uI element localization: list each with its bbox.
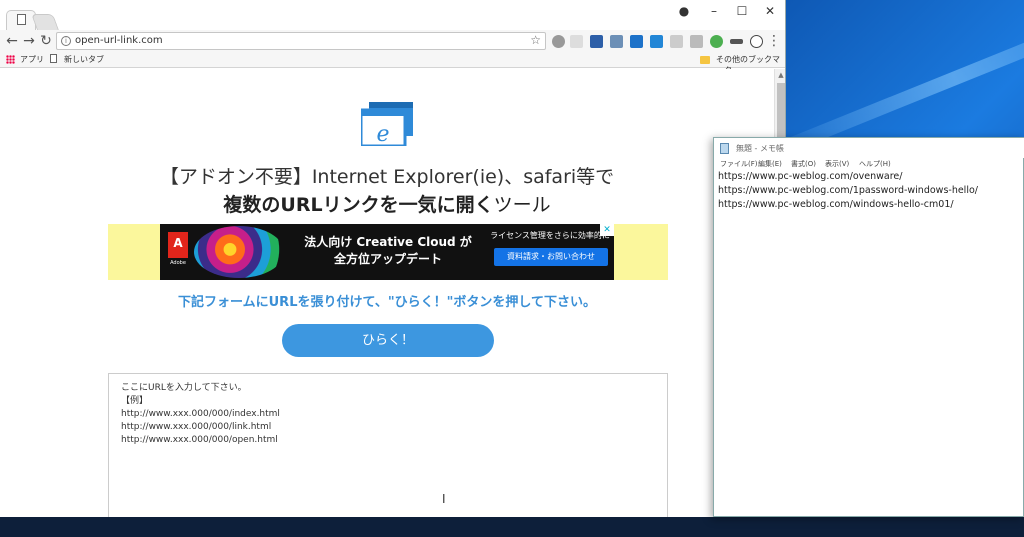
title-bold-b: URLリンクを一気に開く — [280, 194, 494, 216]
ad-subtext: ライセンス管理をさらに効率的に — [490, 231, 610, 240]
ad-headline: 法人向け Creative Cloud が 全方位アップデート — [290, 234, 486, 268]
tab-strip: ● – ☐ ✕ — [0, 0, 785, 30]
notepad-icon — [720, 143, 729, 154]
notepad-menubar: ファイル(F) 編集(E) 書式(O) 表示(V) ヘルプ(H) — [714, 158, 1024, 170]
bookmark-new-tab[interactable]: 新しいタブ — [64, 54, 104, 65]
ad-headline-1: 法人向け Creative Cloud が — [304, 235, 472, 249]
ad-creative[interactable]: A Adobe 法人向け Creative Cloud が 全方位アップデート … — [160, 224, 614, 280]
extension-icon-8[interactable] — [710, 35, 723, 48]
extension-icon-7[interactable] — [690, 35, 703, 48]
browser-toolbar: ← → ↻ i open-url-link.com ☆ ⋮ — [0, 30, 785, 52]
instruction-text: 下記フォームにURLを張り付けて、"ひらく！"ボタンを押して下さい。 — [178, 295, 596, 310]
adobe-logo-icon: A — [168, 232, 188, 258]
bookmarks-bar: アプリ 新しいタブ その他のブックマーク — [0, 52, 785, 75]
title-bold-a: 複数の — [223, 194, 281, 216]
taskbar — [0, 517, 1024, 537]
ad-cta-button[interactable]: 資料請求・お問い合わせ — [494, 248, 608, 266]
textarea-line: ここにURLを入力して下さい。 — [121, 383, 247, 393]
folder-icon — [700, 56, 710, 64]
notepad-window: 無題 - メモ帳 ファイル(F) 編集(E) 書式(O) 表示(V) ヘルプ(H… — [713, 137, 1024, 517]
adobe-logo-text: Adobe — [170, 260, 186, 266]
download-icon[interactable] — [650, 35, 663, 48]
menu-help[interactable]: ヘルプ(H) — [859, 159, 891, 169]
url-text[interactable]: open-url-link.com — [75, 35, 163, 46]
title-rest: ツール — [493, 194, 551, 216]
extension-icon-9[interactable] — [730, 39, 743, 44]
menu-icon[interactable]: ⋮ — [766, 33, 782, 49]
extension-icon-4[interactable] — [610, 35, 623, 48]
open-button[interactable]: ひらく！ — [282, 324, 494, 357]
close-button[interactable]: ✕ — [756, 2, 784, 20]
bookmark-star-icon[interactable]: ☆ — [530, 33, 541, 47]
extension-icon-6[interactable] — [670, 35, 683, 48]
menu-format[interactable]: 書式(O) — [791, 159, 816, 169]
ad-close-icon[interactable]: ✕ — [600, 224, 614, 236]
creative-cloud-artwork — [194, 226, 284, 278]
ie-window-logo-icon: e — [361, 102, 413, 146]
notepad-text-area[interactable]: https://www.pc-weblog.com/ovenware/ http… — [714, 170, 1024, 518]
extension-icon-2[interactable] — [570, 35, 583, 48]
minimize-button[interactable]: – — [700, 2, 728, 20]
back-icon[interactable]: ← — [4, 33, 20, 49]
extension-icon-5[interactable] — [630, 35, 643, 48]
address-bar[interactable]: i open-url-link.com ☆ — [56, 32, 546, 50]
scroll-up-icon[interactable]: ▲ — [775, 69, 785, 81]
svg-text:e: e — [376, 122, 389, 146]
profile-icon[interactable]: ● — [670, 2, 698, 20]
tab-active[interactable] — [6, 10, 36, 30]
textarea-line: http://www.xxx.000/000/link.html — [121, 422, 272, 432]
document-icon — [17, 14, 26, 25]
advertisement-banner[interactable]: A Adobe 法人向け Creative Cloud が 全方位アップデート … — [108, 224, 668, 280]
apps-icon[interactable] — [6, 55, 15, 64]
notepad-title: 無題 - メモ帳 — [736, 144, 784, 153]
notepad-line: https://www.pc-weblog.com/windows-hello-… — [718, 199, 954, 210]
url-textarea[interactable]: ここにURLを入力して下さい。 【例】 http://www.xxx.000/0… — [108, 373, 668, 517]
page-content: e 【アドオン不要】Internet Explorer(ie)、safari等で… — [0, 69, 774, 517]
page-title-line2: 複数のURLリンクを一気に開くツール — [0, 190, 774, 217]
ad-headline-2: 全方位アップデート — [333, 252, 442, 266]
new-tab-button[interactable] — [31, 14, 59, 30]
textarea-line: 【例】 — [121, 396, 149, 406]
textarea-line: http://www.xxx.000/000/index.html — [121, 409, 280, 419]
menu-file[interactable]: ファイル(F) — [720, 159, 758, 169]
extension-icon-1[interactable] — [552, 35, 565, 48]
document-icon — [50, 54, 57, 63]
textarea-line: http://www.xxx.000/000/open.html — [121, 435, 278, 445]
notepad-titlebar[interactable]: 無題 - メモ帳 — [714, 138, 1024, 158]
notepad-line: https://www.pc-weblog.com/ovenware/ — [718, 171, 903, 182]
bookmark-apps[interactable]: アプリ — [20, 54, 44, 65]
menu-view[interactable]: 表示(V) — [825, 159, 849, 169]
reload-icon[interactable]: ↻ — [38, 33, 54, 49]
forward-icon[interactable]: → — [21, 33, 37, 49]
maximize-button[interactable]: ☐ — [728, 2, 756, 20]
info-icon[interactable]: i — [61, 36, 71, 46]
notepad-line: https://www.pc-weblog.com/1password-wind… — [718, 185, 978, 196]
extension-icon-3[interactable] — [590, 35, 603, 48]
browser-window: ● – ☐ ✕ ← → ↻ i open-url-link.com ☆ ⋮ アプ… — [0, 0, 786, 517]
page-title-line1: 【アドオン不要】Internet Explorer(ie)、safari等で — [159, 166, 615, 188]
text-cursor-icon: I — [442, 492, 446, 506]
menu-edit[interactable]: 編集(E) — [758, 159, 782, 169]
extension-icon-10[interactable] — [750, 35, 763, 48]
